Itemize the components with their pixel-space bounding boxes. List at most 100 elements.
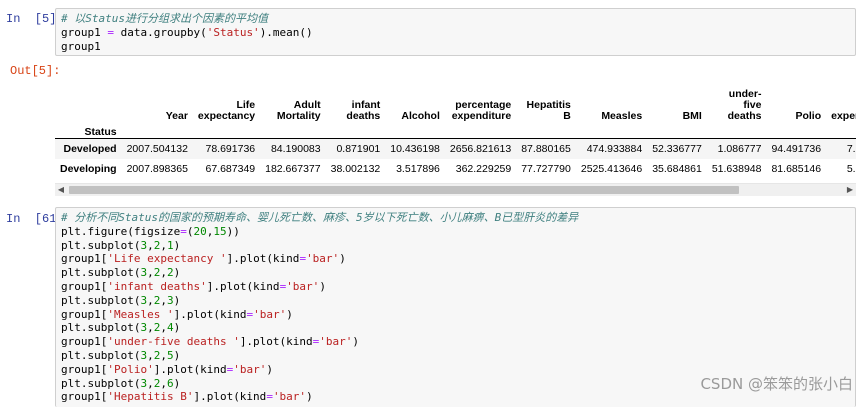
index-name-spacer — [647, 122, 707, 139]
table-cell: 52.336777 — [652, 143, 702, 155]
code-token: group1[ — [61, 362, 108, 376]
table-cell: 474.933884 — [586, 143, 643, 155]
code-token: ) — [173, 348, 181, 362]
code-line: group1 = data.groupby('Status').mean() — [61, 26, 855, 40]
table-cell: 1.086777 — [717, 143, 762, 155]
code-token: , — [160, 376, 167, 390]
cell5-out-prompt: Out[5]: — [10, 64, 61, 78]
index-name: Status — [55, 122, 122, 139]
code-token: , — [160, 238, 167, 252]
code-token: 'bar' — [319, 335, 353, 349]
code-token: , — [147, 321, 154, 335]
code-line: plt.figure(figsize=(20,15)) — [61, 225, 855, 239]
code-token: 'bar' — [272, 390, 307, 404]
column-header: Life expectancy — [197, 99, 256, 122]
code-token: ].plot(kind — [173, 307, 247, 321]
column-header: Alcohol — [401, 110, 440, 122]
code-token: = — [266, 390, 273, 404]
table-cell: 0.871901 — [336, 143, 381, 155]
code-line: plt.subplot(3,2,2) — [61, 266, 855, 280]
index-name-spacer — [766, 122, 827, 139]
table-cell: 2525.413646 — [580, 163, 643, 175]
code-token: # 分析不同Status的国家的预期寿命、婴儿死亡数、麻疹、5岁以下死亡数、小儿… — [61, 211, 579, 224]
code-token: , — [160, 321, 167, 335]
horizontal-scrollbar[interactable]: ◀ ▶ — [55, 183, 856, 196]
table-cell: 2007.504132 — [126, 143, 188, 155]
table-cell: 78.691736 — [205, 143, 256, 155]
table-row: Developed 2007.504132 78.691736 84.190083 0.… — [55, 138, 856, 159]
code-token: 'Status' — [206, 25, 260, 39]
code-token: plt.subplot( — [61, 321, 141, 335]
code-token: plt.subplot( — [61, 376, 141, 390]
code-token: 'bar' — [286, 279, 320, 293]
code-token: group1[ — [61, 307, 108, 321]
code-token: ) — [339, 252, 346, 266]
code-token: plt.subplot( — [61, 348, 141, 362]
code-token: ) — [306, 390, 313, 404]
code-line: # 分析不同Status的国家的预期寿命、婴儿死亡数、麻疹、5岁以下死亡数、小儿… — [61, 211, 855, 225]
table-cell: 10.436198 — [390, 143, 440, 155]
code-token: plt.subplot( — [61, 293, 141, 307]
code-token: 5 — [166, 348, 174, 362]
table-cell: 67.687349 — [205, 163, 256, 175]
code-token: 'Hepatitis B' — [107, 390, 194, 404]
code-token: 'infant deaths' — [107, 279, 207, 293]
table-cell: 84.190083 — [270, 143, 321, 155]
column-header: Adult Mortality — [276, 99, 321, 122]
code-token: 'Life expectancy ' — [107, 252, 227, 266]
column-header: under-five deaths — [727, 88, 762, 122]
row-index: Developed — [63, 143, 117, 155]
cell5-code-editor[interactable]: # 以Status进行分组求出个因素的平均值 group1 = data.grou… — [55, 8, 856, 56]
table-cell: 87.880165 — [521, 143, 571, 155]
code-token: ].plot(kind — [239, 335, 313, 349]
code-token: group1 — [61, 39, 101, 53]
scroll-left-icon[interactable]: ◀ — [55, 184, 67, 196]
code-token: ) — [173, 321, 181, 335]
code-line: plt.subplot(3,2,3) — [61, 294, 855, 308]
dataframe-output: Year Life expectancy Adult Mortality infant… — [55, 70, 856, 185]
code-token: 'bar' — [253, 307, 287, 321]
code-token: 'Measles ' — [107, 307, 174, 321]
scroll-thumb[interactable] — [69, 186, 739, 194]
column-header: Hepatitis B — [526, 99, 571, 122]
code-token: , — [147, 266, 154, 280]
code-token: , — [147, 238, 154, 252]
code-token: plt.subplot( — [61, 238, 141, 252]
table-cell: 35.684861 — [652, 163, 702, 175]
code-token: 1 — [166, 238, 174, 252]
row-index: Developing — [60, 163, 117, 175]
code-token: 20 — [193, 224, 207, 238]
code-token: ).mean() — [259, 25, 313, 39]
code-token: ) — [352, 335, 360, 349]
table-cell: 5.772374 — [846, 163, 856, 175]
column-header: BMI — [682, 110, 702, 122]
code-token: 3 — [166, 293, 174, 307]
code-line: group1['infant deaths'].plot(kind='bar') — [61, 280, 855, 294]
code-line: group1['under-five deaths '].plot(kind='… — [61, 335, 855, 349]
scroll-right-icon[interactable]: ▶ — [844, 184, 856, 196]
code-line: plt.subplot(3,2,1) — [61, 239, 855, 253]
column-header: Polio — [795, 110, 822, 122]
index-name-spacer — [575, 122, 648, 139]
code-token: 'under-five deaths ' — [107, 335, 240, 349]
code-token: ].plot(kind — [206, 279, 280, 293]
index-name-spacer — [444, 122, 517, 139]
column-header-row: Year Life expectancy Adult Mortality infant… — [55, 70, 856, 122]
code-token: = — [180, 224, 187, 238]
code-token: ) — [173, 238, 181, 252]
code-line: plt.subplot(3,2,5) — [61, 349, 855, 363]
code-token: ].plot(kind — [153, 362, 227, 376]
table-cell: 77.727790 — [521, 163, 571, 175]
table-cell: 51.638948 — [711, 163, 762, 175]
code-token: 'bar' — [306, 252, 340, 266]
code-token: ) — [173, 376, 181, 390]
code-token: group1[ — [61, 252, 108, 266]
table-row: Developing 2007.898365 67.687349 182.667377… — [55, 159, 856, 179]
column-header: Total expenditure — [831, 110, 856, 122]
index-name-spacer — [192, 122, 261, 139]
index-name-spacer — [826, 122, 856, 139]
code-token: 'Polio' — [107, 362, 154, 376]
index-name-spacer — [706, 122, 767, 139]
code-token: ) — [266, 362, 273, 376]
code-token: 4 — [166, 321, 174, 335]
